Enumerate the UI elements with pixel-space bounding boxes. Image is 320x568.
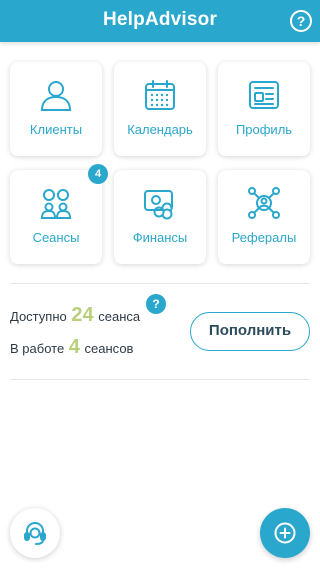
app-header: HelpAdvisor ? (0, 0, 320, 42)
sessions-count-badge: 4 (88, 164, 108, 184)
tile-finance[interactable]: Финансы (114, 170, 206, 264)
user-icon (10, 78, 102, 114)
divider (10, 283, 310, 284)
tile-label: Клиенты (29, 122, 83, 137)
divider (10, 379, 310, 380)
available-prefix: Доступно (10, 309, 67, 324)
tile-profile[interactable]: Профиль (218, 62, 310, 156)
available-sessions-line: Доступно 24 сеанса (10, 304, 140, 327)
in-progress-prefix: В работе (10, 341, 65, 356)
sessions-users-icon (10, 186, 102, 222)
plus-circle-icon (274, 522, 296, 544)
referrals-network-icon (218, 186, 310, 222)
tile-label: Профиль (235, 122, 293, 137)
topup-button[interactable]: Пополнить (190, 312, 310, 351)
tile-calendar[interactable]: Календарь (114, 62, 206, 156)
tile-label: Календарь (127, 122, 193, 137)
add-button[interactable] (260, 508, 310, 558)
tile-label: Сеансы (32, 230, 80, 245)
finance-icon (114, 186, 206, 222)
app-title: HelpAdvisor (102, 9, 218, 30)
in-progress-count: 4 (68, 336, 80, 358)
sessions-summary: Доступно 24 сеанса ? В работе 4 сеансов … (10, 294, 310, 374)
tile-sessions[interactable]: 4 Сеансы (10, 164, 108, 264)
support-button[interactable] (10, 508, 60, 558)
help-icon[interactable]: ? (290, 10, 312, 32)
tile-clients[interactable]: Клиенты (10, 62, 102, 156)
in-progress-sessions-line: В работе 4 сеансов (10, 336, 133, 359)
in-progress-suffix: сеансов (84, 341, 134, 356)
tile-label: Финансы (132, 230, 188, 245)
tile-referrals[interactable]: Рефералы (218, 170, 310, 264)
info-icon[interactable]: ? (146, 294, 166, 314)
tile-label: Рефералы (231, 230, 297, 245)
available-count: 24 (71, 304, 94, 326)
calendar-icon (114, 78, 206, 114)
profile-card-icon (218, 78, 310, 114)
available-suffix: сеанса (98, 309, 141, 324)
headset-icon (24, 522, 46, 545)
menu-grid: Клиенты Календарь Профиль 4 Сеансы Финан… (10, 62, 310, 264)
